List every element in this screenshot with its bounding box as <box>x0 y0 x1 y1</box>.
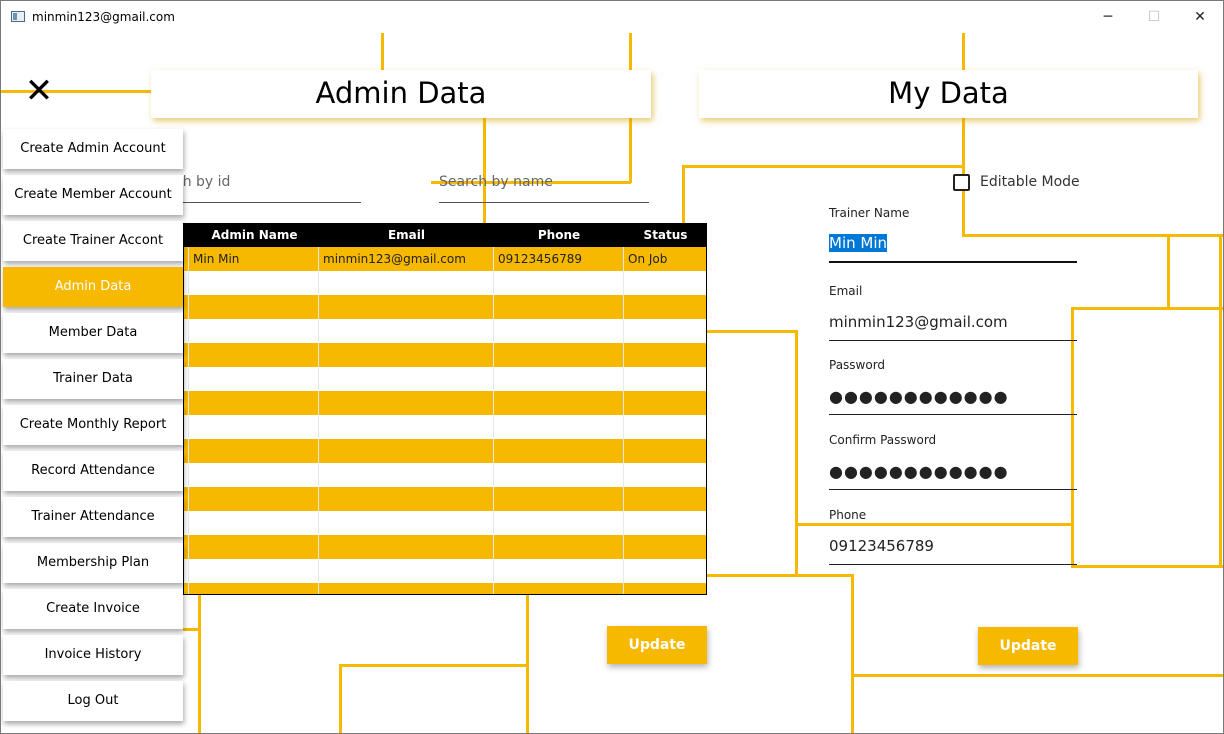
close-menu-icon[interactable]: ✕ <box>21 73 57 109</box>
trainer-name-label: Trainer Name <box>829 206 910 220</box>
close-icon: ✕ <box>1194 9 1206 25</box>
table-row-empty[interactable] <box>184 583 706 594</box>
minimize-button[interactable]: ─ <box>1085 1 1131 33</box>
table-row-empty[interactable] <box>184 391 706 415</box>
deco-line <box>962 33 965 71</box>
admin-table[interactable]: Admin Name Email Phone Status Min Min mi… <box>183 223 707 595</box>
my-data-header: My Data <box>699 70 1198 118</box>
email-field[interactable]: minmin123@gmail.com <box>829 313 1077 341</box>
table-row-empty[interactable] <box>184 511 706 535</box>
password-field[interactable]: ●●●●●●●●●●●● <box>829 387 1077 415</box>
trainer-name-field[interactable]: Min Min <box>829 234 1077 263</box>
window-close-button[interactable]: ✕ <box>1177 1 1223 33</box>
column-header-status[interactable]: Status <box>624 224 706 247</box>
maximize-icon: ☐ <box>1147 9 1161 25</box>
confirm-password-field[interactable]: ●●●●●●●●●●●● <box>829 462 1077 490</box>
menu-create-member-account[interactable]: Create Member Account <box>3 175 183 215</box>
deco-line <box>1167 234 1170 308</box>
deco-line <box>706 330 798 333</box>
phone-label: Phone <box>829 508 867 522</box>
editable-mode-checkbox[interactable] <box>953 174 970 191</box>
title-bar: minmin123@gmail.com ─ ☐ ✕ <box>1 1 1223 33</box>
deco-line <box>795 523 1073 526</box>
deco-line <box>1071 307 1223 310</box>
menu-create-monthly-report[interactable]: Create Monthly Report <box>3 405 183 445</box>
app-window: minmin123@gmail.com ─ ☐ ✕ ✕ Admin Data M… <box>0 0 1224 734</box>
menu-record-attendance[interactable]: Record Attendance <box>3 451 183 491</box>
deco-line <box>483 118 486 224</box>
deco-line <box>851 674 1223 677</box>
deco-line <box>198 595 201 733</box>
table-row-empty[interactable] <box>184 463 706 487</box>
deco-line <box>851 574 854 733</box>
table-header: Admin Name Email Phone Status <box>184 224 706 247</box>
table-row-empty[interactable] <box>184 559 706 583</box>
menu-invoice-history[interactable]: Invoice History <box>3 635 183 675</box>
cell-admin-name: Min Min <box>193 252 240 266</box>
table-row-empty[interactable] <box>184 319 706 343</box>
deco-line <box>795 330 798 576</box>
menu-create-trainer-account[interactable]: Create Trainer Accont <box>3 221 183 261</box>
search-by-id-input[interactable]: ch by id <box>175 172 361 203</box>
deco-line <box>381 33 384 71</box>
column-header-phone[interactable]: Phone <box>494 224 624 247</box>
phone-field[interactable]: 09123456789 <box>829 537 1077 565</box>
column-header-admin-name[interactable]: Admin Name <box>184 224 325 247</box>
table-row-empty[interactable] <box>184 439 706 463</box>
deco-line <box>1219 237 1222 567</box>
table-row[interactable]: Min Min minmin123@gmail.com 09123456789 … <box>184 247 706 271</box>
table-row-empty[interactable] <box>184 295 706 319</box>
table-row-empty[interactable] <box>184 367 706 391</box>
menu-trainer-attendance[interactable]: Trainer Attendance <box>3 497 183 537</box>
column-divider <box>188 247 189 594</box>
menu-membership-plan[interactable]: Membership Plan <box>3 543 183 583</box>
table-row-empty[interactable] <box>184 535 706 559</box>
password-label: Password <box>829 358 886 372</box>
column-divider <box>493 247 494 594</box>
deco-line <box>1071 307 1074 567</box>
minimize-icon: ─ <box>1103 9 1113 25</box>
trainer-name-value: Min Min <box>829 234 888 252</box>
confirm-password-label: Confirm Password <box>829 433 937 447</box>
menu-admin-data[interactable]: Admin Data <box>3 267 183 307</box>
deco-line <box>339 664 342 733</box>
editable-mode-label[interactable]: Editable Mode <box>980 174 1080 190</box>
menu-member-data[interactable]: Member Data <box>3 313 183 353</box>
update-my-data-button[interactable]: Update <box>978 627 1078 665</box>
menu-create-invoice[interactable]: Create Invoice <box>3 589 183 629</box>
deco-line <box>706 574 854 577</box>
cell-phone: 09123456789 <box>498 252 582 266</box>
deco-line <box>1071 565 1223 568</box>
table-row-empty[interactable] <box>184 487 706 511</box>
deco-line <box>339 664 529 667</box>
cell-status: On Job <box>628 252 668 266</box>
update-admin-button[interactable]: Update <box>607 626 707 664</box>
deco-line <box>682 165 964 168</box>
menu-trainer-data[interactable]: Trainer Data <box>3 359 183 399</box>
admin-data-header: Admin Data <box>151 70 651 118</box>
column-divider <box>318 247 319 594</box>
app-window-icon <box>11 11 25 22</box>
cell-email: minmin123@gmail.com <box>323 252 466 266</box>
maximize-button[interactable]: ☐ <box>1131 1 1177 33</box>
table-row-empty[interactable] <box>184 271 706 295</box>
column-divider <box>623 247 624 594</box>
search-by-name-input[interactable]: Search by name <box>439 172 649 203</box>
table-row-empty[interactable] <box>184 415 706 439</box>
deco-line <box>682 165 685 225</box>
menu-log-out[interactable]: Log Out <box>3 681 183 721</box>
column-header-email[interactable]: Email <box>319 224 494 247</box>
window-title: minmin123@gmail.com <box>32 10 175 24</box>
search-by-name-placeholder: Search by name <box>439 174 553 190</box>
email-label: Email <box>829 284 863 298</box>
search-by-id-placeholder: ch by id <box>175 174 231 190</box>
menu-create-admin-account[interactable]: Create Admin Account <box>3 129 183 169</box>
table-row-empty[interactable] <box>184 343 706 367</box>
